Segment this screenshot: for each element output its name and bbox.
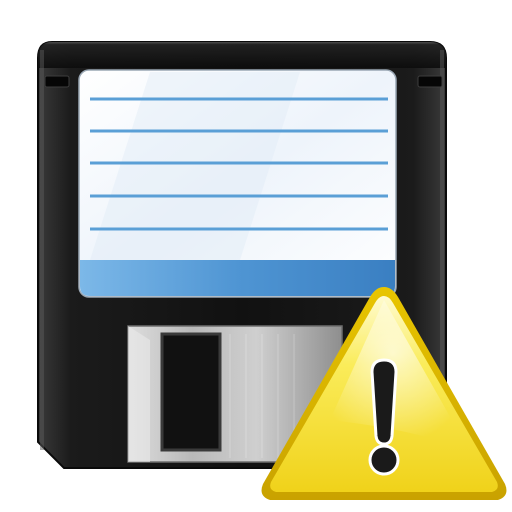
icon-canvas [37, 41, 507, 500]
label-band [80, 260, 395, 296]
disk-left-edge [40, 50, 44, 450]
disk-top-bevel [38, 42, 446, 68]
write-protect-notch-left [44, 75, 70, 88]
write-protect-notch-right [417, 75, 443, 88]
exclamation-mark [370, 358, 398, 446]
shutter-window [160, 332, 222, 452]
exclamation-dot [368, 444, 400, 476]
disk-label [78, 69, 397, 298]
floppy-disk-warning-icon [0, 0, 512, 512]
